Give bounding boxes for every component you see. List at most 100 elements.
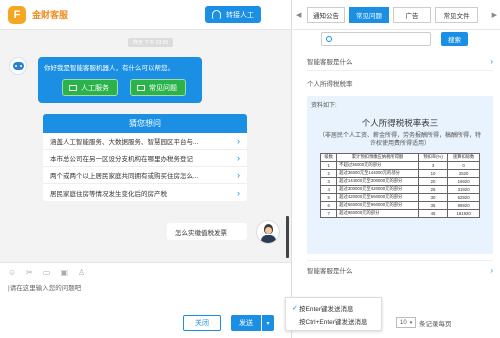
faq-button-label: 常见问题 (149, 84, 177, 92)
table-cell: 10 (417, 168, 449, 178)
answer-subtitle: （非居民个人工资、薪金所得，劳务报酬所得，稿酬所得，特许权使用费所得适用） (318, 133, 481, 148)
table-cell: 6 (319, 200, 338, 210)
tab-faq[interactable]: 常见问题 (349, 6, 389, 23)
send-option-label: 按Enter键发送消息 (299, 305, 354, 313)
chevron-right-icon: › (237, 187, 240, 198)
message-timestamp: 昨天 下午 03:55 (128, 38, 174, 47)
table-cell: 3 (319, 176, 338, 186)
table-row: 1 不超过36000元的部分 3 0 (319, 160, 480, 170)
table-cell: 2520 (447, 168, 480, 178)
chevron-right-icon: › (490, 56, 493, 66)
send-options-chevron-down-icon[interactable]: ▾ (262, 315, 274, 331)
answer-label: 资料如下: (311, 103, 337, 109)
scissors-icon[interactable]: ✂ (26, 268, 33, 277)
table-cell: 超过420000元至660000元的部分 (336, 192, 419, 202)
faq-search-button[interactable]: 搜索 (441, 32, 468, 46)
info-panel: ◀ 通知公告 常见问题 广告 常见文件 ▶ 搜索 智能客服是什么 › 个人所得税税… (293, 0, 500, 338)
page-size-select[interactable]: 10 ▾ (396, 317, 416, 328)
table-cell: 16920 (447, 176, 480, 186)
welcome-text: 你好我是智能客服机器人，有什么可以帮您。 (44, 65, 174, 72)
faq-button[interactable]: 常见问题 (130, 79, 186, 96)
brand-name: 金财客服 (32, 10, 69, 20)
table-cell: 超过960000元的部分 (336, 208, 419, 218)
suggested-title: 猜您想问 (43, 114, 247, 133)
suggested-question[interactable]: 两个或两个以上居民家庭共同拥有或购买住房怎么... › (43, 167, 247, 184)
suggested-question[interactable]: 居民家庭住房等情况发生变化后的房产税 › (43, 184, 247, 201)
faq-item-text: 智能客服是什么 (307, 268, 353, 275)
tab-notices[interactable]: 通知公告 (307, 6, 345, 23)
table-cell: 2 (319, 168, 338, 178)
faq-item-text: 个人所得税税率 (307, 81, 353, 88)
check-icon: ✓ (292, 304, 298, 312)
table-cell: 20 (417, 176, 449, 186)
input-toolbar: ☺ ✂ ▭ ▣ ♙ (0, 263, 291, 282)
faq-item[interactable]: 智能客服是什么 › (307, 56, 493, 67)
table-cell: 52920 (447, 192, 480, 202)
table-cell: 30 (417, 192, 449, 202)
faq-search: 搜索 (321, 32, 468, 46)
tab-ads[interactable]: 广告 (393, 6, 431, 23)
search-icon (326, 36, 332, 42)
manual-service-label: 人工服务 (81, 84, 109, 92)
rating-icon[interactable]: ♙ (78, 268, 85, 277)
page-size-value: 10 (400, 319, 407, 326)
faq-item-expanded[interactable]: 个人所得税税率 (307, 78, 493, 88)
message-input[interactable]: |请在这里输入您的问题吧 (0, 282, 291, 292)
table-row: 4 超过300000元至420000元的部分 25 31920 (319, 184, 480, 194)
table-row: 3 超过144000元至300000元的部分 20 16920 (319, 176, 480, 186)
table-cell: 7 (319, 208, 338, 218)
faq-item-text: 智能客服是什么 (307, 59, 353, 66)
transfer-human-button[interactable]: 转接人工 (205, 6, 261, 23)
chat-messages[interactable]: 昨天 下午 03:55 你好我是智能客服机器人，有什么可以帮您。 人工服务 常见… (0, 30, 291, 262)
divider (307, 260, 493, 261)
table-cell: 25 (417, 184, 449, 194)
faq-search-input[interactable] (321, 32, 431, 46)
table-cell: 4 (319, 184, 338, 194)
tab-files[interactable]: 常见文件 (435, 6, 478, 23)
emoji-icon[interactable]: ☺ (8, 268, 16, 277)
suggested-question-text: 两个或两个以上居民家庭共同拥有或购买住房怎么... (50, 173, 199, 180)
table-header: 预扣率(%) (417, 152, 449, 162)
table-cell: 0 (447, 160, 480, 170)
manual-service-button[interactable]: 人工服务 (62, 79, 118, 96)
chevron-right-icon: › (490, 265, 493, 275)
send-button[interactable]: 发送 (231, 315, 261, 331)
table-header: 速算扣除数 (447, 152, 480, 162)
faq-answer: 资料如下: 个人所得税税率表三 （非居民个人工资、薪金所得，劳务报酬所得，稿酬所… (307, 96, 493, 254)
folder-icon[interactable]: ▭ (43, 268, 51, 277)
divider (307, 70, 493, 71)
transfer-human-label: 转接人工 (226, 11, 254, 19)
chat-icon (69, 84, 77, 91)
bot-avatar (9, 57, 27, 75)
send-options-menu: ✓ 按Enter键发送消息 按Ctrl+Enter键发送消息 (285, 297, 382, 331)
suggested-question[interactable]: 本市总公司在另一区设分支机构在哪里办税务登记 › (43, 150, 247, 167)
table-row: 2 超过36000元至144000元的部分 10 2520 (319, 168, 480, 178)
table-row: 5 超过420000元至660000元的部分 30 52920 (319, 192, 480, 202)
suggested-question-text: 居民家庭住房等情况发生变化后的房产税 (50, 190, 167, 198)
faq-item[interactable]: 智能客服是什么 › (307, 265, 493, 276)
table-header-row: 级数 累计预扣预缴应纳税所得额 预扣率(%) 速算扣除数 (319, 152, 480, 162)
close-button[interactable]: 关闭 (183, 315, 221, 331)
page-size-label: 条记录每页 (419, 320, 452, 328)
table-row: 7 超过960000元的部分 45 181920 (319, 208, 480, 218)
suggested-questions: 猜您想问 涵盖人工智能服务、大数据服务、智慧园区平台与... › 本市总公司在另一… (43, 114, 247, 201)
message-input-area: ☺ ✂ ▭ ▣ ♙ |请在这里输入您的问题吧 关闭 发送 ▾ (0, 262, 291, 338)
table-cell: 31920 (447, 184, 480, 194)
image-icon[interactable]: ▣ (60, 268, 68, 277)
chevron-left-icon[interactable]: ◀ (296, 11, 301, 19)
answer-title: 个人所得税税率表三 (361, 118, 439, 128)
robot-icon (12, 62, 24, 70)
suggested-question-text: 涵盖人工智能服务、大数据服务、智慧园区平台与... (50, 139, 199, 146)
user-avatar (256, 220, 280, 244)
send-option-enter[interactable]: ✓ 按Enter键发送消息 (292, 301, 381, 314)
bot-welcome-bubble: 你好我是智能客服机器人，有什么可以帮您。 人工服务 常见问题 (38, 57, 202, 103)
headset-icon (212, 10, 221, 19)
chat-scrollbar[interactable] (286, 216, 289, 258)
chevron-right-icon[interactable]: ▶ (492, 11, 497, 19)
page-size-control: 10 ▾ 条记录每页 (396, 317, 452, 328)
table-cell: 超过36000元至144000元的部分 (336, 168, 419, 178)
table-cell: 35 (417, 200, 449, 210)
send-option-ctrl-enter[interactable]: 按Ctrl+Enter键发送消息 (292, 314, 381, 327)
suggested-question[interactable]: 涵盖人工智能服务、大数据服务、智慧园区平台与... › (43, 133, 247, 150)
table-cell: 3 (417, 160, 449, 170)
